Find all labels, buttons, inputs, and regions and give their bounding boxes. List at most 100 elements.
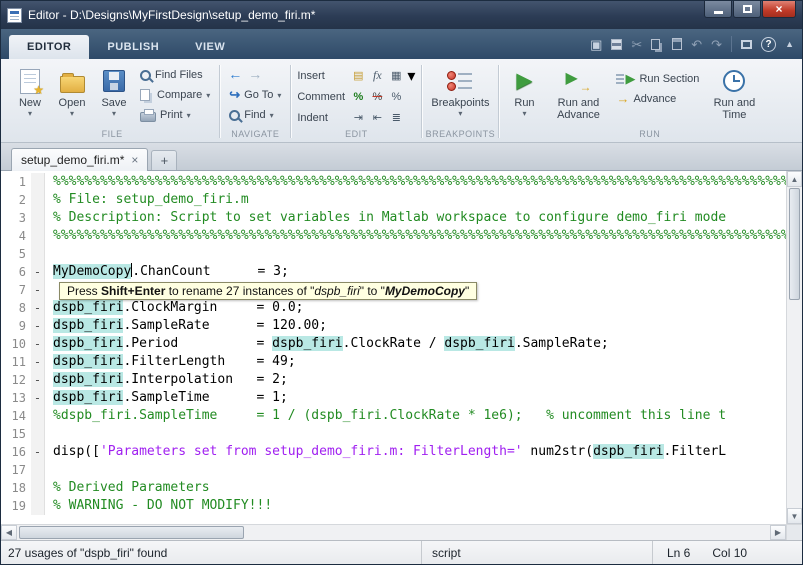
code-text[interactable]: MyDemoCopy.ChanCount = 3; <box>45 263 289 281</box>
uncomment-button[interactable]: % <box>369 89 385 104</box>
code-text[interactable]: %%%%%%%%%%%%%%%%%%%%%%%%%%%%%%%%%%%%%%%%… <box>45 227 786 245</box>
forward-icon[interactable]: → <box>248 66 262 82</box>
maximize-button[interactable] <box>733 1 761 18</box>
executable-line-marker[interactable] <box>31 461 45 479</box>
title-bar[interactable]: Editor - D:\Designs\MyFirstDesign\setup_… <box>1 1 802 29</box>
code-line[interactable]: 6-MyDemoCopy.ChanCount = 3; <box>1 263 786 281</box>
code-line[interactable]: 5 <box>1 245 786 263</box>
tab-editor[interactable]: EDITOR <box>9 35 89 59</box>
executable-line-marker[interactable] <box>31 425 45 443</box>
tab-publish[interactable]: PUBLISH <box>89 35 177 59</box>
find-button[interactable]: Find ▾ <box>226 106 284 124</box>
code-line[interactable]: 19% WARNING - DO NOT MODIFY!!! <box>1 497 786 515</box>
code-line[interactable]: 1%%%%%%%%%%%%%%%%%%%%%%%%%%%%%%%%%%%%%%%… <box>1 173 786 191</box>
code-line[interactable]: 16-disp(['Parameters set from setup_demo… <box>1 443 786 461</box>
code-line[interactable]: 14%dspb_firi.SampleTime = 1 / (dspb_firi… <box>1 407 786 425</box>
code-text[interactable]: % Description: Script to set variables i… <box>45 209 726 227</box>
executable-line-marker[interactable] <box>31 209 45 227</box>
executable-line-marker[interactable]: - <box>31 317 45 335</box>
run-and-advance-button[interactable]: ▶ → Run and Advance <box>547 64 609 123</box>
code-line[interactable]: 2% File: setup_demo_firi.m <box>1 191 786 209</box>
executable-line-marker[interactable] <box>31 497 45 515</box>
undo-icon[interactable]: ↶ <box>691 38 702 51</box>
executable-line-marker[interactable] <box>31 191 45 209</box>
executable-line-marker[interactable]: - <box>31 389 45 407</box>
code-line[interactable]: 8-dspb_firi.ClockMargin = 0.0; <box>1 299 786 317</box>
advance-button[interactable]: → Advance <box>613 90 702 108</box>
run-and-time-button[interactable]: Run and Time <box>706 64 762 123</box>
cut-icon[interactable]: ✂ <box>631 38 642 51</box>
open-button[interactable]: Open ▾ <box>53 64 91 119</box>
smart-indent-button[interactable]: ≣ <box>388 110 404 125</box>
vertical-scrollbar[interactable]: ▲ ▼ <box>786 171 802 524</box>
code-text[interactable] <box>45 281 53 299</box>
document-tab-close-icon[interactable]: × <box>131 154 138 166</box>
executable-line-marker[interactable]: - <box>31 299 45 317</box>
horizontal-scrollbar[interactable]: ◀ ▶ <box>1 524 802 540</box>
copy-icon[interactable] <box>651 39 660 50</box>
indent-left-button[interactable]: ⇤ <box>369 110 385 125</box>
scroll-down-button[interactable]: ▼ <box>787 508 802 524</box>
code-text[interactable]: %%%%%%%%%%%%%%%%%%%%%%%%%%%%%%%%%%%%%%%%… <box>45 173 786 191</box>
minimize-button[interactable] <box>704 1 732 18</box>
code-text[interactable] <box>45 425 53 443</box>
code-text[interactable]: % WARNING - DO NOT MODIFY!!! <box>45 497 272 515</box>
code-text[interactable]: dspb_firi.SampleRate = 120.00; <box>45 317 327 335</box>
insert-section-button[interactable]: ▤ <box>350 68 366 83</box>
save-button[interactable]: Save ▾ <box>95 64 133 119</box>
code-text[interactable] <box>45 461 53 479</box>
save-icon[interactable] <box>611 39 622 50</box>
scroll-right-button[interactable]: ▶ <box>770 525 786 540</box>
code-text[interactable] <box>45 245 53 263</box>
code-text[interactable]: dspb_firi.Interpolation = 2; <box>45 371 288 389</box>
executable-line-marker[interactable]: - <box>31 281 45 299</box>
new-button[interactable]: ★ New ▾ <box>11 64 49 119</box>
paste-icon[interactable] <box>672 38 682 50</box>
run-button[interactable]: ▶ Run ▾ <box>505 64 543 119</box>
code-text[interactable]: % File: setup_demo_firi.m <box>45 191 249 209</box>
executable-line-marker[interactable] <box>31 245 45 263</box>
code-line[interactable]: 10-dspb_firi.Period = dspb_firi.ClockRat… <box>1 335 786 353</box>
code-text[interactable]: dspb_firi.SampleTime = 1; <box>45 389 288 407</box>
breakpoints-button[interactable]: Breakpoints ▾ <box>428 64 492 119</box>
code-line[interactable]: 12-dspb_firi.Interpolation = 2; <box>1 371 786 389</box>
scroll-up-button[interactable]: ▲ <box>787 171 802 187</box>
code-line[interactable]: 11-dspb_firi.FilterLength = 49; <box>1 353 786 371</box>
code-line[interactable]: 13-dspb_firi.SampleTime = 1; <box>1 389 786 407</box>
code-line[interactable]: 15 <box>1 425 786 443</box>
print-button[interactable]: Print ▾ <box>137 106 213 124</box>
code-line[interactable]: 18% Derived Parameters <box>1 479 786 497</box>
insert-dropdown-icon[interactable]: ▾ <box>407 66 415 86</box>
run-section-button[interactable]: ▶ Run Section <box>613 70 702 88</box>
comment-button[interactable]: % <box>350 89 366 104</box>
indent-right-button[interactable]: ⇥ <box>350 110 366 125</box>
code-text[interactable]: disp(['Parameters set from setup_demo_fi… <box>45 443 726 461</box>
executable-line-marker[interactable]: - <box>31 335 45 353</box>
find-files-button[interactable]: Find Files <box>137 66 213 84</box>
code-editor[interactable]: 1%%%%%%%%%%%%%%%%%%%%%%%%%%%%%%%%%%%%%%%… <box>1 171 802 524</box>
executable-line-marker[interactable]: - <box>31 263 45 281</box>
horizontal-scrollbar-thumb[interactable] <box>19 526 244 539</box>
collapse-toolstrip-icon[interactable]: ▲ <box>785 39 794 49</box>
vertical-scrollbar-thumb[interactable] <box>789 188 800 300</box>
code-text[interactable]: dspb_firi.FilterLength = 49; <box>45 353 296 371</box>
code-line[interactable]: 4%%%%%%%%%%%%%%%%%%%%%%%%%%%%%%%%%%%%%%%… <box>1 227 786 245</box>
insert-block-button[interactable]: ▦ <box>388 68 404 83</box>
switch-window-icon[interactable]: ▣ <box>590 38 602 51</box>
back-icon[interactable]: ← <box>228 66 242 82</box>
insert-function-button[interactable]: fx <box>369 68 385 83</box>
executable-line-marker[interactable] <box>31 227 45 245</box>
close-button[interactable]: × <box>762 1 796 18</box>
code-text[interactable]: dspb_firi.Period = dspb_firi.ClockRate /… <box>45 335 609 353</box>
executable-line-marker[interactable] <box>31 407 45 425</box>
layout-icon[interactable] <box>741 40 752 49</box>
tab-view[interactable]: VIEW <box>177 35 243 59</box>
executable-line-marker[interactable]: - <box>31 353 45 371</box>
wrap-comments-button[interactable]: % <box>388 89 404 104</box>
code-line[interactable]: 9-dspb_firi.SampleRate = 120.00; <box>1 317 786 335</box>
code-text[interactable]: %dspb_firi.SampleTime = 1 / (dspb_firi.C… <box>45 407 726 425</box>
code-text[interactable]: dspb_firi.ClockMargin = 0.0; <box>45 299 303 317</box>
executable-line-marker[interactable] <box>31 479 45 497</box>
compare-button[interactable]: Compare ▾ <box>137 86 213 104</box>
scroll-left-button[interactable]: ◀ <box>1 525 17 540</box>
